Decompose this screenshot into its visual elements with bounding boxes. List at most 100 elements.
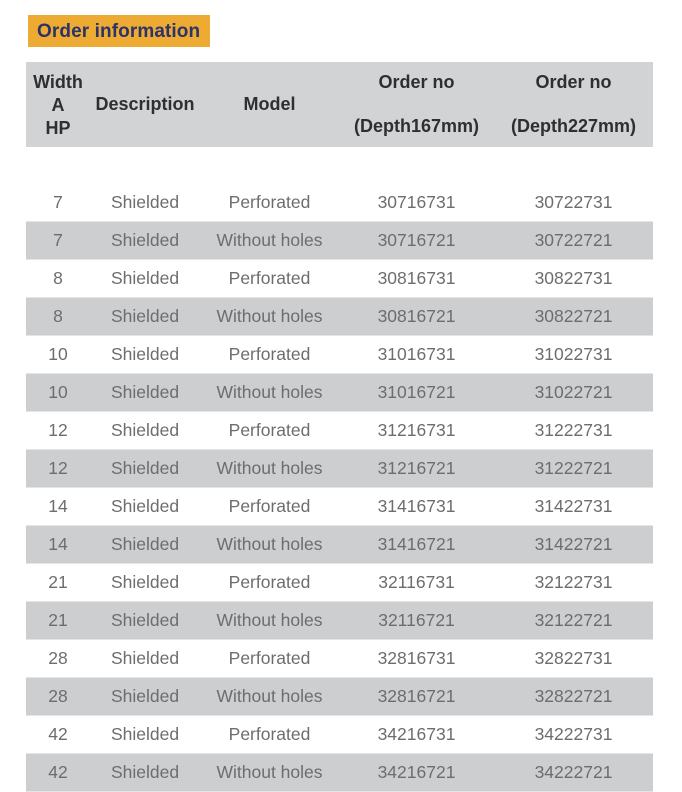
table-row[interactable]: 12 Shielded Perforated 31216731 31222731 [26, 411, 653, 450]
table-cell-model: Without holes [200, 297, 339, 336]
table-cell-order-no-227: 31022721 [494, 373, 653, 412]
table-cell-order-no-227: 32122721 [494, 601, 653, 640]
table-header-row: Width A HP Description Model Order no (D… [26, 62, 653, 147]
table-cell-order-no-167: 30816731 [339, 259, 494, 298]
column-header-order-no-depth227-note: (Depth227mm) [510, 115, 637, 136]
table-cell-description: Shielded [90, 221, 200, 260]
order-information-banner: Order information [28, 15, 211, 47]
column-header-order-no-depth227: Order no (Depth227mm) [494, 62, 653, 147]
table-cell-order-no-167: 30816721 [339, 297, 494, 336]
table-cell-model: Without holes [200, 373, 339, 412]
table-header-gap-cell [26, 147, 653, 184]
table-cell-order-no-227: 30722731 [494, 184, 653, 222]
table-cell-width: 12 [26, 449, 90, 488]
table-cell-description: Shielded [90, 335, 200, 374]
table-row[interactable]: 14 Shielded Perforated 31416731 31422731 [26, 487, 653, 526]
table-cell-model: Without holes [200, 221, 339, 260]
table-cell-description: Shielded [90, 297, 200, 336]
table-cell-order-no-227: 32822721 [494, 677, 653, 716]
table-cell-model: Perforated [200, 411, 339, 450]
table-cell-description: Shielded [90, 449, 200, 488]
table-cell-model: Without holes [200, 753, 339, 792]
table-body: 7 Shielded Perforated 30716731 30722731 7 Shie… [26, 147, 653, 792]
table-cell-width: 21 [26, 601, 90, 640]
table-cell-description: Shielded [90, 487, 200, 526]
table-cell-model: Perforated [200, 715, 339, 754]
order-information-page: Order information Width A HP Description… [0, 0, 682, 792]
table-cell-model: Without holes [200, 677, 339, 716]
table-cell-description: Shielded [90, 563, 200, 602]
table-header: Width A HP Description Model Order no (D… [26, 62, 653, 147]
table-cell-width: 8 [26, 259, 90, 298]
table-cell-order-no-167: 34216731 [339, 715, 494, 754]
table-cell-width: 42 [26, 753, 90, 792]
table-cell-description: Shielded [90, 525, 200, 564]
table-cell-order-no-167: 31216731 [339, 411, 494, 450]
column-header-order-no-depth167: Order no (Depth167mm) [339, 62, 494, 147]
table-row[interactable]: 21 Shielded Perforated 32116731 32122731 [26, 563, 653, 602]
table-cell-order-no-167: 32116731 [339, 563, 494, 602]
table-cell-order-no-167: 31016731 [339, 335, 494, 374]
table-row[interactable]: 10 Shielded Perforated 31016731 31022731 [26, 335, 653, 374]
table-cell-description: Shielded [90, 601, 200, 640]
order-information-table-container: Width A HP Description Model Order no (D… [26, 62, 653, 792]
table-cell-order-no-167: 31016721 [339, 373, 494, 412]
table-cell-order-no-227: 31422731 [494, 487, 653, 526]
table-cell-order-no-227: 32122731 [494, 563, 653, 602]
column-header-width-line-3: HP [45, 118, 71, 139]
column-header-description: Description [90, 62, 200, 147]
table-cell-width: 21 [26, 563, 90, 602]
table-cell-width: 14 [26, 525, 90, 564]
table-cell-order-no-167: 31416721 [339, 525, 494, 564]
table-row[interactable]: 8 Shielded Without holes 30816721 30822721 [26, 297, 653, 336]
table-row[interactable]: 8 Shielded Perforated 30816731 30822731 [26, 259, 653, 298]
table-cell-description: Shielded [90, 373, 200, 412]
table-cell-order-no-227: 30822731 [494, 259, 653, 298]
table-row[interactable]: 21 Shielded Without holes 32116721 32122721 [26, 601, 653, 640]
table-cell-width: 7 [26, 184, 90, 222]
table-cell-model: Perforated [200, 335, 339, 374]
table-row[interactable]: 7 Shielded Perforated 30716731 30722731 [26, 184, 653, 222]
table-row[interactable]: 12 Shielded Without holes 31216721 31222721 [26, 449, 653, 488]
order-information-table: Width A HP Description Model Order no (D… [26, 62, 653, 792]
table-row[interactable]: 42 Shielded Without holes 34216721 34222721 [26, 753, 653, 792]
column-header-order-no-depth167-label: Order no [378, 72, 455, 92]
table-cell-description: Shielded [90, 715, 200, 754]
table-cell-order-no-227: 31222731 [494, 411, 653, 450]
table-row[interactable]: 14 Shielded Without holes 31416721 31422721 [26, 525, 653, 564]
table-cell-model: Without holes [200, 449, 339, 488]
column-header-width-line-2: A [51, 94, 65, 115]
column-header-order-no-depth227-label: Order no [535, 72, 612, 92]
table-cell-order-no-167: 32116721 [339, 601, 494, 640]
table-cell-model: Without holes [200, 525, 339, 564]
table-cell-order-no-227: 34222731 [494, 715, 653, 754]
table-cell-width: 8 [26, 297, 90, 336]
table-row[interactable]: 42 Shielded Perforated 34216731 34222731 [26, 715, 653, 754]
table-cell-order-no-167: 31216721 [339, 449, 494, 488]
table-cell-width: 7 [26, 221, 90, 260]
table-cell-order-no-227: 31222721 [494, 449, 653, 488]
table-cell-width: 28 [26, 639, 90, 678]
table-cell-width: 14 [26, 487, 90, 526]
table-cell-description: Shielded [90, 677, 200, 716]
table-row[interactable]: 28 Shielded Without holes 32816721 32822721 [26, 677, 653, 716]
table-row[interactable]: 28 Shielded Perforated 32816731 32822731 [26, 639, 653, 678]
table-cell-order-no-167: 30716721 [339, 221, 494, 260]
table-cell-model: Perforated [200, 639, 339, 678]
table-cell-model: Perforated [200, 184, 339, 222]
table-cell-order-no-227: 31022731 [494, 335, 653, 374]
table-cell-order-no-227: 31422721 [494, 525, 653, 564]
table-cell-model: Perforated [200, 259, 339, 298]
table-row[interactable]: 7 Shielded Without holes 30716721 30722721 [26, 221, 653, 260]
table-cell-description: Shielded [90, 411, 200, 450]
table-cell-description: Shielded [90, 259, 200, 298]
table-cell-model: Perforated [200, 563, 339, 602]
table-row[interactable]: 10 Shielded Without holes 31016721 31022721 [26, 373, 653, 412]
table-cell-width: 12 [26, 411, 90, 450]
table-cell-width: 28 [26, 677, 90, 716]
table-cell-order-no-167: 31416731 [339, 487, 494, 526]
column-header-width-line-1: Width [33, 71, 83, 92]
table-cell-order-no-227: 32822731 [494, 639, 653, 678]
column-header-order-no-depth167-note: (Depth167mm) [353, 115, 480, 136]
table-cell-order-no-167: 30716731 [339, 184, 494, 222]
